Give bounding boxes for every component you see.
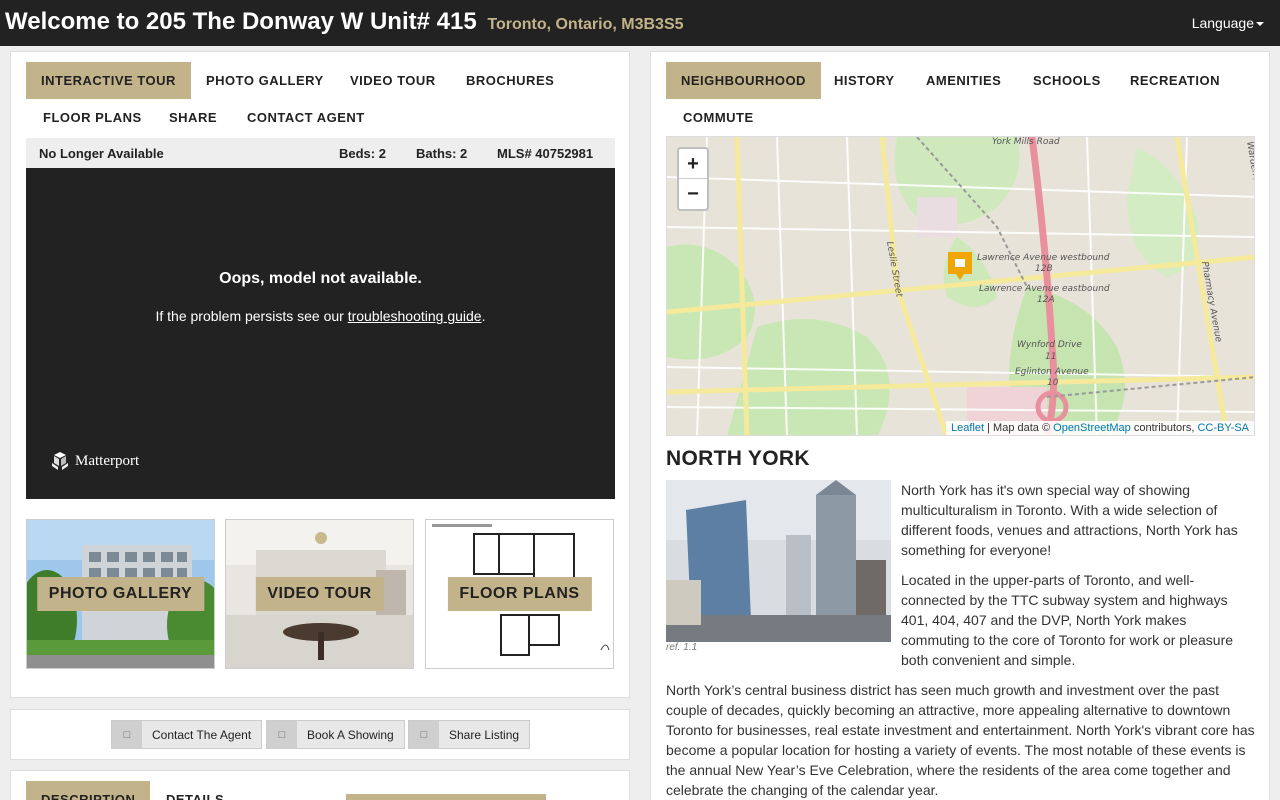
photo-gallery-label: PHOTO GALLERY: [36, 577, 205, 611]
map-label-12a: 12A: [1037, 295, 1055, 305]
matterport-logo: Matterport: [50, 451, 139, 471]
map-label-lawrence-wb: Lawrence Avenue westbound: [977, 253, 1110, 263]
page-title: Welcome to 205 The Donway W Unit# 415 To…: [5, 8, 684, 36]
tab-description[interactable]: DESCRIPTION: [26, 781, 151, 800]
neighbourhood-paragraph-3: North York’s central business district h…: [666, 682, 1255, 798]
video-tour-label: VIDEO TOUR: [255, 577, 384, 611]
tab-schools[interactable]: SCHOOLS: [1018, 62, 1116, 99]
share-listing-button[interactable]: □ Share Listing: [408, 720, 531, 749]
matterport-brand: Matterport: [75, 452, 140, 469]
language-label: Language: [1191, 15, 1254, 31]
neighbourhood-map[interactable]: York Mills Road Lawrence Avenue westboun…: [666, 136, 1255, 436]
book-showing-label: Book A Showing: [307, 727, 394, 742]
tab-brochures[interactable]: BROCHURES: [451, 62, 569, 99]
language-dropdown[interactable]: Language: [1192, 15, 1264, 31]
neighbourhood-panel: NEIGHBOURHOOD HISTORY AMENITIES SCHOOLS …: [650, 51, 1270, 800]
video-tour-thumbnail[interactable]: VIDEO TOUR: [225, 519, 414, 669]
tab-history[interactable]: HISTORY: [819, 62, 910, 99]
map-label-10: 10: [1047, 378, 1059, 388]
top-header: Welcome to 205 The Donway W Unit# 415 To…: [0, 0, 1280, 46]
share-icon: □: [409, 721, 439, 748]
map-zoom-control: + −: [677, 147, 709, 211]
book-showing-button[interactable]: □ Book A Showing: [266, 720, 405, 749]
skyline-image: [666, 480, 891, 642]
persist-period: .: [481, 308, 486, 324]
neighbourhood-paragraph-1: North York has it's own special way of s…: [901, 482, 1238, 558]
map-attribution: Leaflet | Map data © OpenStreetMap contr…: [946, 421, 1254, 435]
map-label-12b: 12B: [1035, 264, 1053, 274]
tab-neighbourhood[interactable]: NEIGHBOURHOOD: [666, 62, 821, 99]
property-address: Welcome to 205 The Donway W Unit# 415: [5, 8, 477, 35]
cc-by-sa-link[interactable]: CC-BY-SA: [1197, 422, 1249, 434]
map-label-eglinton: Eglinton Avenue: [1015, 367, 1089, 377]
attrib-text-1: | Map data ©: [984, 422, 1054, 434]
matterport-icon: [52, 452, 68, 470]
tab-interactive-tour[interactable]: INTERACTIVE TOUR: [26, 62, 191, 99]
matterport-tour-viewer[interactable]: Oops, model not available. If the proble…: [26, 168, 615, 499]
map-label-york-mills: York Mills Road: [992, 137, 1060, 147]
troubleshooting-guide-link[interactable]: troubleshooting guide: [348, 308, 482, 324]
tab-photo-gallery[interactable]: PHOTO GALLERY: [191, 62, 339, 99]
tab-floor-plans[interactable]: FLOOR PLANS: [28, 99, 157, 136]
zoom-out-button[interactable]: −: [679, 179, 707, 209]
caret-down-icon: [1256, 22, 1264, 27]
mls-number: MLS# 40752981: [497, 146, 594, 161]
tab-amenities[interactable]: AMENITIES: [911, 62, 1016, 99]
map-label-11: 11: [1045, 352, 1056, 362]
tab-details[interactable]: DETAILS: [151, 781, 239, 800]
floor-plans-thumbnail[interactable]: FLOOR PLANS: [425, 519, 614, 669]
description-panel: DESCRIPTION DETAILS: [10, 770, 630, 800]
contact-agent-label: Contact The Agent: [152, 727, 252, 742]
neighbourhood-paragraph-2: Located in the upper-parts of Toronto, a…: [901, 572, 1234, 668]
listing-status: No Longer Available: [39, 146, 164, 161]
listing-info-bar: No Longer Available Beds: 2 Baths: 2 MLS…: [26, 138, 615, 168]
contact-icon: □: [112, 721, 142, 748]
action-bar: □ Contact The Agent □ Book A Showing □ Shar…: [10, 709, 630, 760]
persist-text: If the problem persists see our: [155, 308, 348, 324]
beds-count: Beds: 2: [339, 146, 386, 161]
attrib-text-2: contributors,: [1130, 422, 1198, 434]
tab-recreation[interactable]: RECREATION: [1115, 62, 1235, 99]
media-panel: INTERACTIVE TOUR PHOTO GALLERY VIDEO TOU…: [10, 51, 630, 698]
description-decor: [346, 794, 546, 800]
map-tiles: York Mills Road Lawrence Avenue westboun…: [667, 137, 1254, 435]
north-york-photo: [666, 480, 891, 642]
openstreetmap-link[interactable]: OpenStreetMap: [1053, 422, 1131, 434]
neighbourhood-title: NORTH YORK: [666, 447, 810, 470]
baths-count: Baths: 2: [416, 146, 468, 161]
tab-commute[interactable]: COMMUTE: [668, 99, 769, 136]
property-location: Toronto, Ontario, M3B3S5: [487, 16, 684, 33]
floor-plans-label: FLOOR PLANS: [447, 577, 592, 611]
leaflet-link[interactable]: Leaflet: [951, 422, 984, 434]
zoom-in-button[interactable]: +: [679, 149, 707, 179]
map-label-lawrence-eb: Lawrence Avenue eastbound: [979, 284, 1110, 294]
tab-video-tour[interactable]: VIDEO TOUR: [335, 62, 451, 99]
map-label-wynford: Wynford Drive: [1017, 340, 1082, 350]
tab-contact-agent[interactable]: CONTACT AGENT: [232, 99, 380, 136]
photo-gallery-thumbnail[interactable]: PHOTO GALLERY: [26, 519, 215, 669]
photo-reference: ref. 1.1: [666, 642, 698, 653]
share-listing-label: Share Listing: [449, 727, 520, 742]
tour-error-message: If the problem persists see our troubles…: [26, 308, 615, 324]
contact-agent-button[interactable]: □ Contact The Agent: [111, 720, 263, 749]
tour-error-title: Oops, model not available.: [219, 270, 422, 287]
calendar-icon: □: [267, 721, 297, 748]
tab-share[interactable]: SHARE: [154, 99, 232, 136]
